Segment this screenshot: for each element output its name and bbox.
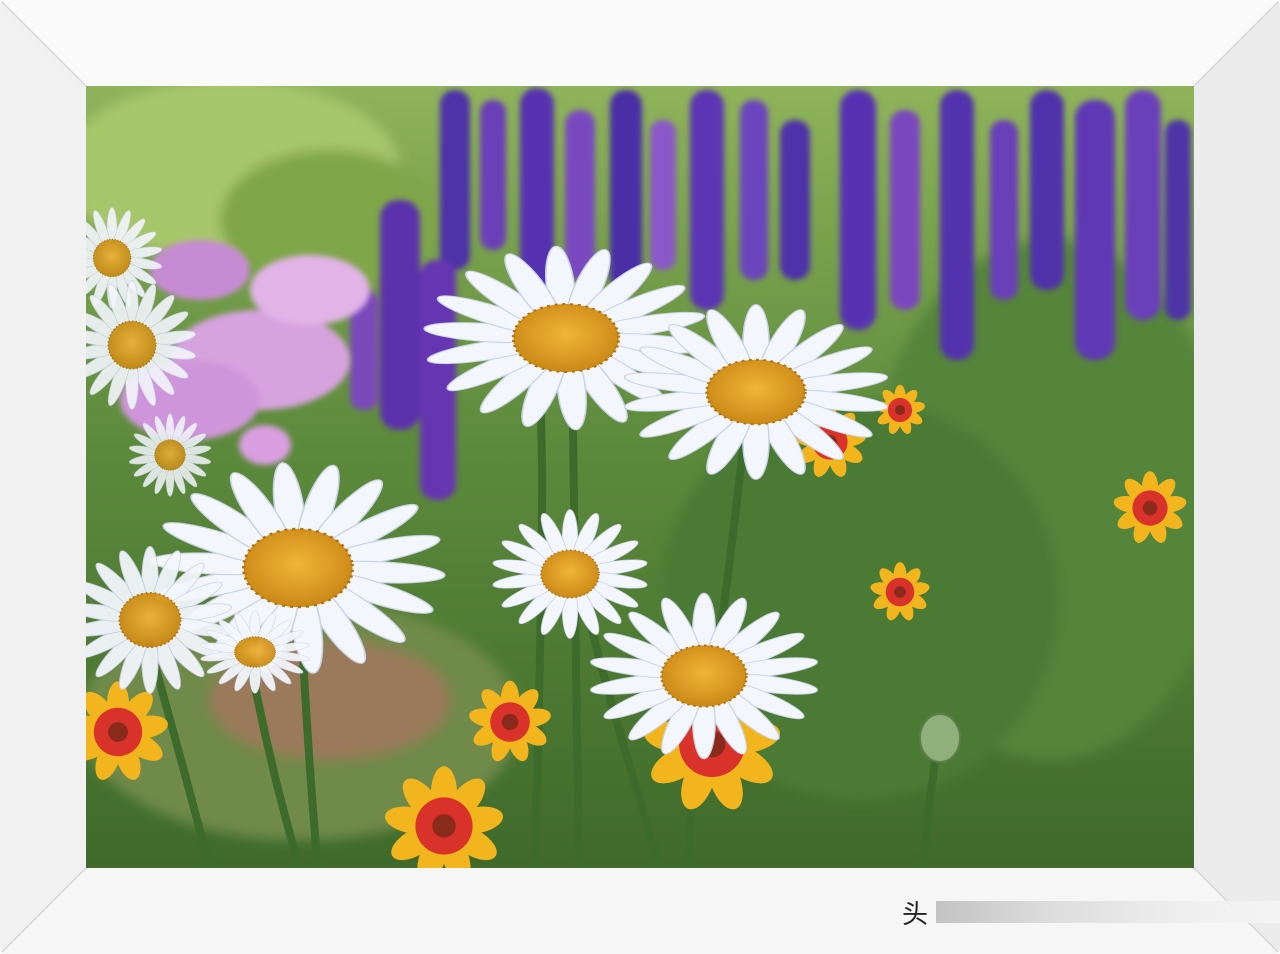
watermark: 头 bbox=[902, 892, 1280, 932]
watermark-blurred-text bbox=[936, 901, 1280, 923]
watermark-logo-icon: 头 bbox=[902, 899, 929, 930]
flower-bud bbox=[919, 713, 961, 763]
photo bbox=[86, 86, 1194, 868]
photo-scene bbox=[0, 0, 1280, 954]
photo-frame: 头 bbox=[0, 0, 1280, 954]
